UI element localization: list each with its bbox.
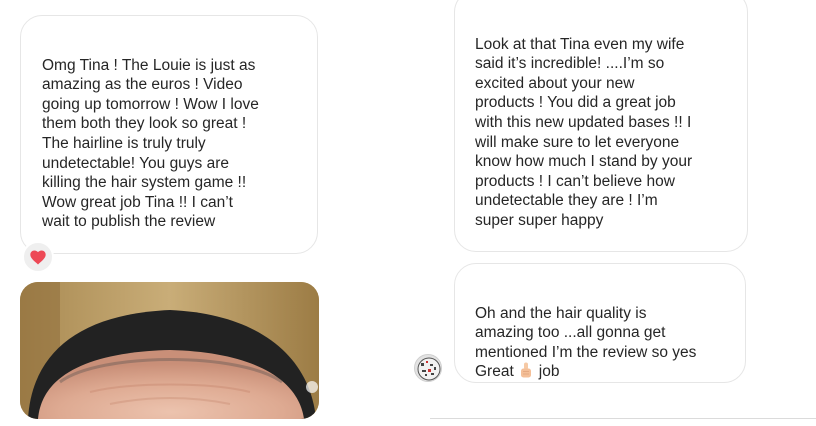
message-bubble-right-1[interactable]: Look at that Tina even my wife said it’s… — [454, 0, 748, 252]
message-text: Look at that Tina even my wife said it’s… — [475, 35, 693, 229]
message-bubble-right-2[interactable]: Oh and the hair quality is amazing too .… — [454, 263, 746, 383]
chat-thread: Omg Tina ! The Louie is just as amazing … — [0, 0, 816, 426]
message-text: Omg Tina ! The Louie is just as amazing … — [42, 56, 259, 231]
hairline-photo-image — [20, 282, 319, 419]
shared-photo[interactable] — [20, 282, 319, 419]
composer-divider — [430, 418, 816, 419]
heart-icon — [30, 250, 46, 264]
message-bubble-left[interactable]: Omg Tina ! The Louie is just as amazing … — [20, 15, 318, 254]
message-text-start: Oh and the hair quality is amazing too .… — [475, 304, 697, 381]
avatar-image — [415, 355, 441, 381]
message-reaction[interactable] — [22, 241, 54, 273]
avatar[interactable] — [414, 354, 442, 382]
message-text-end: job — [538, 363, 560, 381]
thumbs-up-icon — [520, 362, 531, 378]
